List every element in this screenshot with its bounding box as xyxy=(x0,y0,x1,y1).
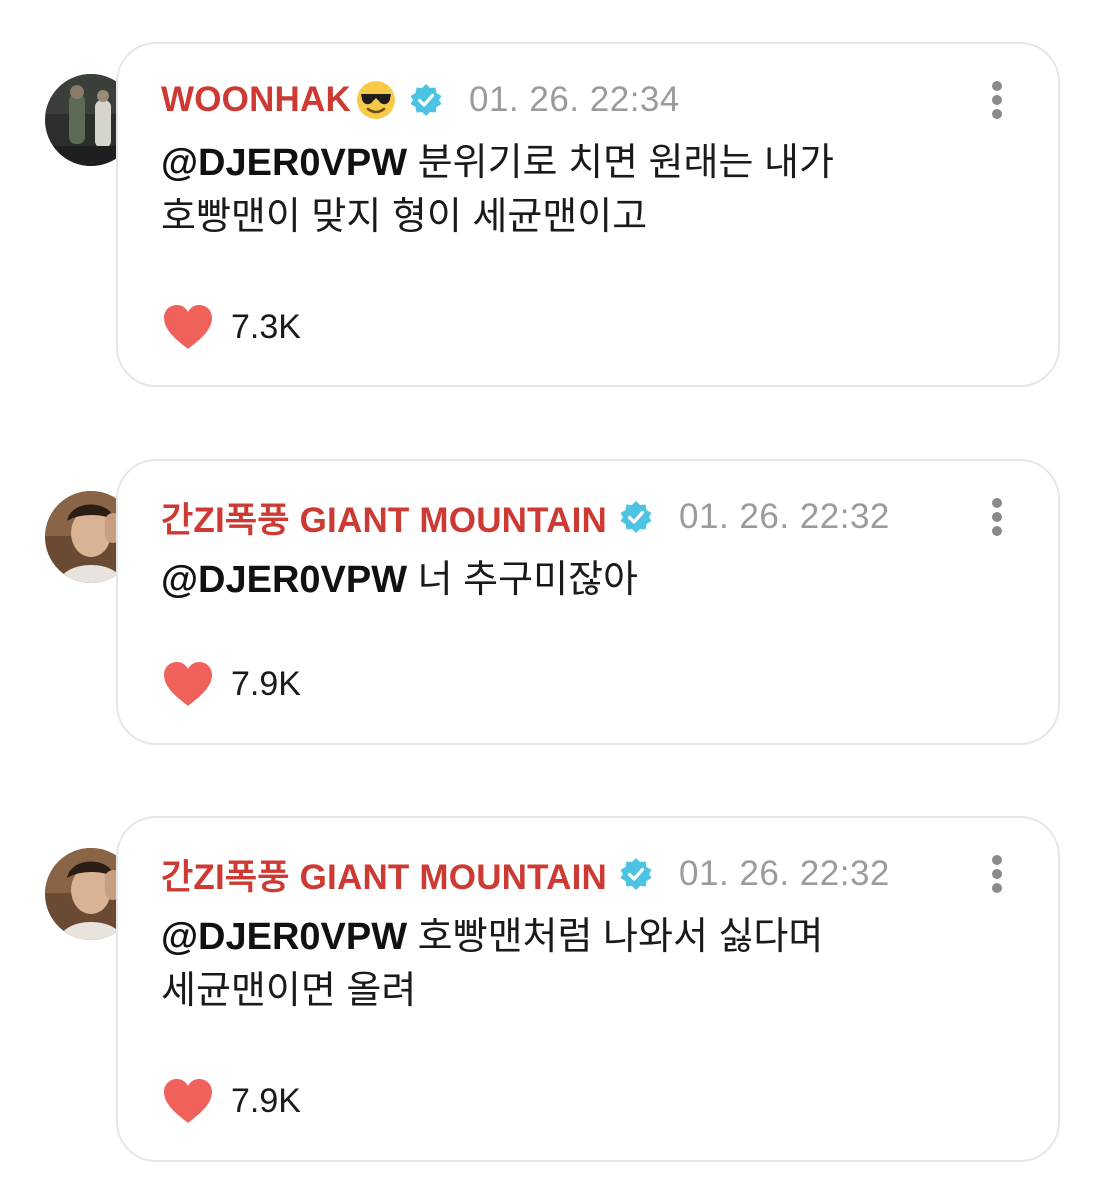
like-count: 7.9K xyxy=(231,1081,301,1120)
author-name[interactable]: 간ZI폭풍 GIANT MOUNTAIN xyxy=(161,492,607,543)
more-options-icon[interactable] xyxy=(990,78,1004,122)
comment-text-part: 분위기로 치면 원래는 내가 xyxy=(407,142,834,184)
mention-link[interactable]: @DJER0VPW xyxy=(161,142,407,184)
comment-line-1: @DJER0VPW 너 추구미잖아 xyxy=(161,553,1021,607)
like-row: 7.9K xyxy=(161,1076,301,1126)
more-options-icon[interactable] xyxy=(990,495,1004,539)
comment-card: WOONHAK 01. 26. 22:34 @DJER0VPW 분위기로 치면 … xyxy=(116,42,1060,387)
comment-line-2: 세균맨이면 올려 xyxy=(161,970,417,1012)
mention-link[interactable]: @DJER0VPW xyxy=(161,916,407,958)
comment-line-1: @DJER0VPW 호빵맨처럼 나와서 싫다며 xyxy=(161,910,1021,964)
more-options-icon[interactable] xyxy=(990,852,1004,896)
like-row: 7.3K xyxy=(161,302,301,352)
comment-text-part: 호빵맨처럼 나와서 싫다며 xyxy=(407,916,824,958)
verified-badge-icon xyxy=(410,84,442,116)
comment-card: 간ZI폭풍 GIANT MOUNTAIN 01. 26. 22:32 @DJER… xyxy=(116,459,1060,745)
timestamp: 01. 26. 22:34 xyxy=(469,80,680,119)
heart-icon[interactable] xyxy=(161,660,215,708)
comment-card: 간ZI폭풍 GIANT MOUNTAIN 01. 26. 22:32 @DJER… xyxy=(116,816,1060,1162)
verified-badge-icon xyxy=(620,858,652,890)
comment-line-1: @DJER0VPW 분위기로 치면 원래는 내가 xyxy=(161,136,1021,190)
like-count: 7.3K xyxy=(231,307,301,346)
comment-header: 간ZI폭풍 GIANT MOUNTAIN 01. 26. 22:32 xyxy=(161,852,890,897)
like-row: 7.9K xyxy=(161,659,301,709)
comment-text: @DJER0VPW 분위기로 치면 원래는 내가 호빵맨이 맞지 형이 세균맨이… xyxy=(161,136,1021,244)
comment-line-2: 호빵맨이 맞지 형이 세균맨이고 xyxy=(161,196,648,238)
comment-text-part: 너 추구미잖아 xyxy=(407,559,638,601)
mention-link[interactable]: @DJER0VPW xyxy=(161,559,407,601)
heart-icon[interactable] xyxy=(161,1077,215,1125)
comment-text: @DJER0VPW 호빵맨처럼 나와서 싫다며 세균맨이면 올려 xyxy=(161,910,1021,1018)
author-name[interactable]: 간ZI폭풍 GIANT MOUNTAIN xyxy=(161,849,607,900)
sunglasses-emoji-icon xyxy=(357,81,395,119)
author-name[interactable]: WOONHAK xyxy=(161,80,351,120)
like-count: 7.9K xyxy=(231,664,301,703)
comment-header: WOONHAK 01. 26. 22:34 xyxy=(161,78,680,122)
heart-icon[interactable] xyxy=(161,303,215,351)
timestamp: 01. 26. 22:32 xyxy=(679,854,890,893)
comment-text: @DJER0VPW 너 추구미잖아 xyxy=(161,553,1021,607)
verified-badge-icon xyxy=(620,501,652,533)
comment-header: 간ZI폭풍 GIANT MOUNTAIN 01. 26. 22:32 xyxy=(161,495,890,540)
timestamp: 01. 26. 22:32 xyxy=(679,497,890,536)
